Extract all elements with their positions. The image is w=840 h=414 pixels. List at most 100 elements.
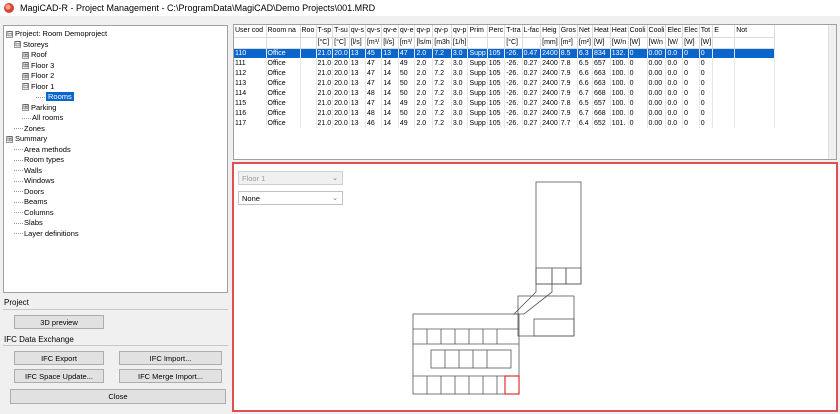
table-cell[interactable]: 116 bbox=[234, 108, 267, 118]
column-header[interactable]: Not bbox=[734, 25, 776, 38]
table-cell[interactable]: 105 bbox=[487, 78, 506, 88]
column-header[interactable]: Room na bbox=[266, 25, 301, 38]
collapse-icon[interactable]: ⊟ bbox=[14, 41, 21, 49]
floor-plan-view[interactable]: Floor 1 ⌄ None ⌄ bbox=[232, 162, 838, 412]
table-cell[interactable]: -26. bbox=[504, 68, 523, 78]
table-cell[interactable]: 117 bbox=[234, 118, 267, 128]
table-cell[interactable] bbox=[300, 118, 317, 128]
table-cell[interactable]: 0 bbox=[628, 88, 648, 98]
table-cell[interactable]: 0 bbox=[699, 98, 714, 108]
table-cell[interactable]: 105 bbox=[487, 108, 506, 118]
tree-item[interactable]: ⊞ Parking bbox=[6, 103, 225, 114]
table-cell[interactable]: 663 bbox=[592, 78, 611, 88]
table-cell[interactable]: Supp bbox=[467, 48, 488, 58]
table-cell[interactable]: 0 bbox=[699, 118, 714, 128]
table-cell[interactable]: 13 bbox=[349, 98, 366, 108]
table-cell[interactable]: -26. bbox=[504, 78, 523, 88]
table-cell[interactable]: 101. bbox=[610, 118, 629, 128]
table-cell[interactable] bbox=[712, 108, 736, 118]
table-cell[interactable]: 0 bbox=[628, 98, 648, 108]
tree-item[interactable]: ⊞ Summary bbox=[6, 134, 225, 145]
table-cell[interactable]: Supp bbox=[467, 108, 488, 118]
column-header[interactable]: Elec bbox=[682, 25, 700, 38]
table-cell[interactable]: 3.0 bbox=[451, 58, 469, 68]
table-cell[interactable]: 100. bbox=[610, 68, 629, 78]
table-row[interactable]: 112 Office 21.0 20.0 13 47 14 50 2.0 7.2 3.0 Supp 10… bbox=[234, 68, 776, 78]
table-cell[interactable]: 21.0 bbox=[316, 88, 334, 98]
table-cell[interactable]: 3.0 bbox=[451, 88, 469, 98]
table-cell[interactable]: 0.00 bbox=[647, 98, 667, 108]
table-cell[interactable]: 0 bbox=[682, 68, 700, 78]
column-header[interactable]: Heat bbox=[610, 25, 629, 38]
table-cell[interactable] bbox=[712, 118, 736, 128]
table-cell[interactable]: 113 bbox=[234, 78, 267, 88]
table-cell[interactable]: 2400 bbox=[540, 98, 560, 108]
3d-preview-button[interactable]: 3D preview bbox=[14, 315, 104, 329]
table-cell[interactable]: 0.27 bbox=[522, 78, 542, 88]
table-cell[interactable]: 3.0 bbox=[451, 48, 469, 58]
table-cell[interactable]: 6.3 bbox=[577, 48, 593, 58]
table-cell[interactable]: 2400 bbox=[540, 58, 560, 68]
column-header[interactable]: Elec bbox=[665, 25, 684, 38]
table-cell[interactable]: 13 bbox=[349, 78, 366, 88]
tree-item[interactable]: Layer definitions bbox=[6, 229, 225, 240]
table-cell[interactable]: 105 bbox=[487, 88, 506, 98]
table-row[interactable]: 114 Office 21.0 20.0 13 48 14 50 2.0 7.2 3.0 Supp 10… bbox=[234, 88, 776, 98]
column-header[interactable]: qv-e bbox=[381, 25, 399, 38]
table-cell[interactable]: 100. bbox=[610, 108, 629, 118]
column-header[interactable]: L-fac bbox=[522, 25, 542, 38]
table-row[interactable]: 115 Office 21.0 20.0 13 47 14 49 2.0 7.2 3.0 Supp 10… bbox=[234, 98, 776, 108]
table-cell[interactable]: 0.27 bbox=[522, 68, 542, 78]
table-cell[interactable]: 0 bbox=[699, 58, 714, 68]
table-cell[interactable]: 105 bbox=[487, 118, 506, 128]
tree-item[interactable]: Rooms bbox=[6, 92, 225, 103]
table-cell[interactable]: 3.0 bbox=[451, 68, 469, 78]
tree-item[interactable]: Zones bbox=[6, 124, 225, 135]
expand-icon[interactable]: ⊞ bbox=[22, 51, 29, 59]
project-tree[interactable]: ⊟ Project: Room Demoproject ⊟ Storeys ⊞ Roof ⊞… bbox=[3, 25, 228, 293]
table-cell[interactable]: Office bbox=[266, 48, 301, 58]
tree-item[interactable]: All rooms bbox=[6, 113, 225, 124]
table-cell[interactable]: 6.4 bbox=[577, 118, 593, 128]
table-cell[interactable] bbox=[734, 118, 776, 128]
grid-vertical-scrollbar[interactable] bbox=[828, 25, 836, 159]
table-cell[interactable]: 105 bbox=[487, 98, 506, 108]
table-cell[interactable]: 14 bbox=[381, 98, 399, 108]
expand-icon[interactable]: ⊞ bbox=[22, 104, 29, 112]
table-cell[interactable]: 7.2 bbox=[432, 88, 452, 98]
table-cell[interactable]: 0.27 bbox=[522, 108, 542, 118]
table-cell[interactable]: 2400 bbox=[540, 68, 560, 78]
table-cell[interactable]: 0.00 bbox=[647, 118, 667, 128]
table-cell[interactable]: 13 bbox=[349, 58, 366, 68]
table-row[interactable]: 113 Office 21.0 20.0 13 47 14 50 2.0 7.2 3.0 Supp 10… bbox=[234, 78, 776, 88]
table-cell[interactable]: 0 bbox=[682, 88, 700, 98]
tree-item[interactable]: Slabs bbox=[6, 218, 225, 229]
table-cell[interactable]: 7.9 bbox=[559, 88, 578, 98]
table-cell[interactable]: 0.0 bbox=[665, 68, 684, 78]
table-cell[interactable] bbox=[734, 98, 776, 108]
table-cell[interactable]: 0.00 bbox=[647, 68, 667, 78]
table-cell[interactable]: 105 bbox=[487, 68, 506, 78]
table-cell[interactable]: 47 bbox=[398, 48, 416, 58]
table-cell[interactable]: 111 bbox=[234, 58, 267, 68]
table-cell[interactable]: Supp bbox=[467, 98, 488, 108]
table-cell[interactable]: 13 bbox=[349, 108, 366, 118]
table-cell[interactable]: 8.5 bbox=[559, 48, 578, 58]
table-cell[interactable]: -26. bbox=[504, 118, 523, 128]
table-cell[interactable]: 21.0 bbox=[316, 118, 334, 128]
table-cell[interactable]: 0.0 bbox=[665, 78, 684, 88]
tree-item[interactable]: Windows bbox=[6, 176, 225, 187]
table-cell[interactable]: 100. bbox=[610, 78, 629, 88]
table-cell[interactable]: 0.00 bbox=[647, 78, 667, 88]
column-header[interactable]: qv-s bbox=[349, 25, 366, 38]
table-cell[interactable] bbox=[712, 78, 736, 88]
table-cell[interactable] bbox=[734, 108, 776, 118]
table-cell[interactable]: 7.9 bbox=[559, 108, 578, 118]
expand-icon[interactable]: ⊞ bbox=[22, 72, 29, 80]
column-header[interactable]: Gros bbox=[559, 25, 578, 38]
table-cell[interactable]: 834 bbox=[592, 48, 611, 58]
table-cell[interactable]: 50 bbox=[398, 88, 416, 98]
table-cell[interactable]: 0 bbox=[628, 108, 648, 118]
close-button[interactable]: Close bbox=[10, 389, 226, 404]
column-header[interactable]: Roo bbox=[300, 25, 317, 38]
